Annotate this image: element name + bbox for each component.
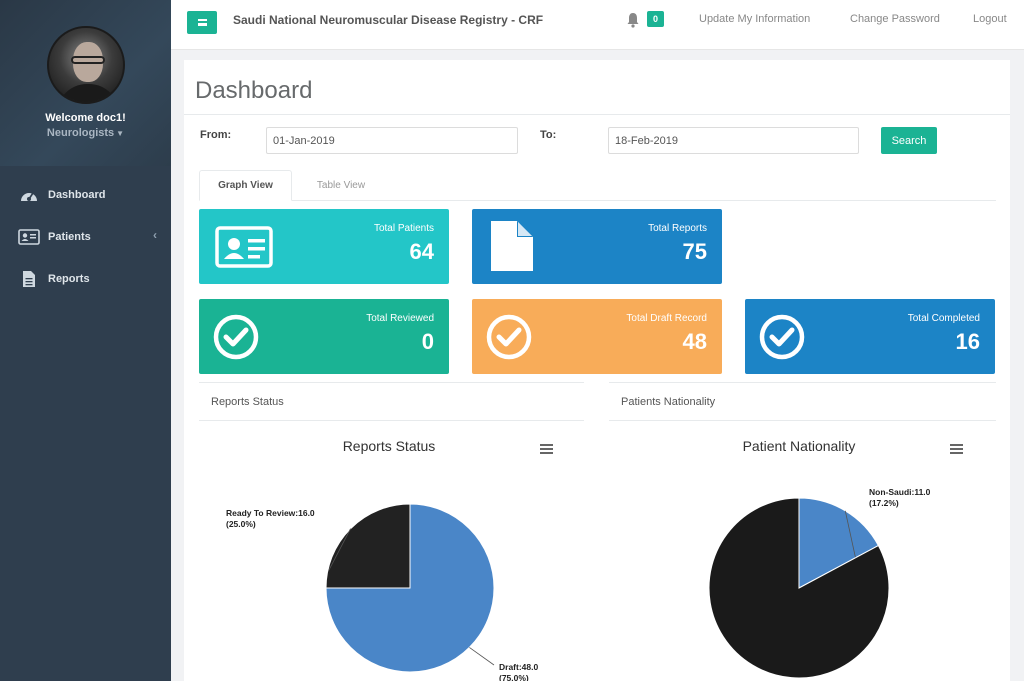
reports-status-pie <box>325 503 495 673</box>
sidebar: Welcome doc1! Neurologists ▼ Dashboard Pa… <box>0 0 171 681</box>
page-title: Dashboard <box>195 77 313 104</box>
card-value: 75 <box>682 239 707 264</box>
change-password-link[interactable]: Change Password <box>850 13 940 25</box>
card-label: Total Reports <box>648 223 707 234</box>
sidebar-nav: Dashboard Patients ‹ Reports <box>0 174 171 300</box>
section-divider <box>609 420 996 421</box>
to-date-input[interactable] <box>608 127 859 154</box>
document-icon <box>491 221 533 271</box>
panel-header: Dashboard <box>184 60 1010 115</box>
check-circle-icon <box>213 314 259 360</box>
patient-nationality-pie <box>708 497 890 679</box>
total-patients-card[interactable]: Total Patients 64 <box>199 209 449 284</box>
total-completed-card[interactable]: Total Completed 16 <box>745 299 995 374</box>
total-reports-card[interactable]: Total Reports 75 <box>472 209 722 284</box>
card-value: 48 <box>682 329 707 354</box>
total-draft-card[interactable]: Total Draft Record 48 <box>472 299 722 374</box>
bell-icon[interactable] <box>626 12 640 28</box>
sidebar-item-label: Patients <box>48 231 91 243</box>
dashboard-icon <box>18 186 40 204</box>
section-divider <box>199 382 584 383</box>
card-label: Total Draft Record <box>626 313 707 324</box>
chart-title: Patient Nationality <box>742 438 856 454</box>
avatar[interactable] <box>46 26 125 104</box>
card-value: 16 <box>955 329 980 354</box>
pie-label-ready-to-review: Ready To Review:16.0 (25.0%) <box>226 508 315 529</box>
sidebar-item-dashboard[interactable]: Dashboard <box>0 174 171 216</box>
card-value: 0 <box>421 329 434 354</box>
chevron-left-icon: ‹ <box>153 228 157 242</box>
id-card-icon <box>215 226 273 268</box>
sidebar-item-patients[interactable]: Patients ‹ <box>0 216 171 258</box>
reports-status-section-title: Reports Status <box>211 396 284 408</box>
pie-label-draft: Draft:48.0 (75.0%) <box>499 662 539 681</box>
menu-toggle-button[interactable] <box>187 11 217 34</box>
chart-menu-icon[interactable] <box>540 444 553 454</box>
card-label: Total Completed <box>907 313 980 324</box>
main-panel: Dashboard From: To: Search Graph View Ta… <box>184 60 1010 681</box>
to-label: To: <box>540 129 557 141</box>
check-circle-icon <box>759 314 805 360</box>
id-card-icon <box>18 228 40 246</box>
check-circle-icon <box>486 314 532 360</box>
card-label: Total Patients <box>373 223 434 234</box>
pie-leader-line <box>469 647 495 666</box>
profile-block: Welcome doc1! Neurologists ▼ <box>0 0 171 166</box>
patients-nationality-section-title: Patients Nationality <box>621 396 716 408</box>
chart-menu-icon[interactable] <box>950 444 963 454</box>
tab-graph-view[interactable]: Graph View <box>199 170 292 201</box>
card-value: 64 <box>409 239 434 264</box>
update-info-link[interactable]: Update My Information <box>699 13 810 25</box>
section-divider <box>609 382 996 383</box>
from-label: From: <box>200 129 232 141</box>
app-title: Saudi National Neuromuscular Disease Reg… <box>233 13 544 27</box>
pie-label-non-saudi: Non-Saudi:11.0 (17.2%) <box>869 487 931 508</box>
hamburger-icon <box>197 19 207 26</box>
role-dropdown[interactable]: Neurologists ▼ <box>0 127 171 139</box>
card-label: Total Reviewed <box>366 313 434 324</box>
welcome-text: Welcome doc1! <box>45 112 126 124</box>
role-label: Neurologists <box>46 127 115 139</box>
sidebar-item-label: Dashboard <box>48 189 106 201</box>
total-reviewed-card[interactable]: Total Reviewed 0 <box>199 299 449 374</box>
sidebar-item-label: Reports <box>48 273 90 285</box>
section-divider <box>199 420 584 421</box>
sidebar-item-reports[interactable]: Reports <box>0 258 171 300</box>
tab-table-view[interactable]: Table View <box>299 170 383 201</box>
notification-badge[interactable]: 0 <box>647 11 664 27</box>
search-button[interactable]: Search <box>881 127 937 154</box>
topbar: Saudi National Neuromuscular Disease Reg… <box>171 0 1024 50</box>
pie-slice-ready-to-review[interactable] <box>325 503 411 589</box>
from-date-input[interactable] <box>266 127 518 154</box>
logout-link[interactable]: Logout <box>973 13 1007 25</box>
chart-title: Reports Status <box>342 438 436 454</box>
caret-down-icon: ▼ <box>116 129 125 138</box>
document-icon <box>18 270 40 288</box>
